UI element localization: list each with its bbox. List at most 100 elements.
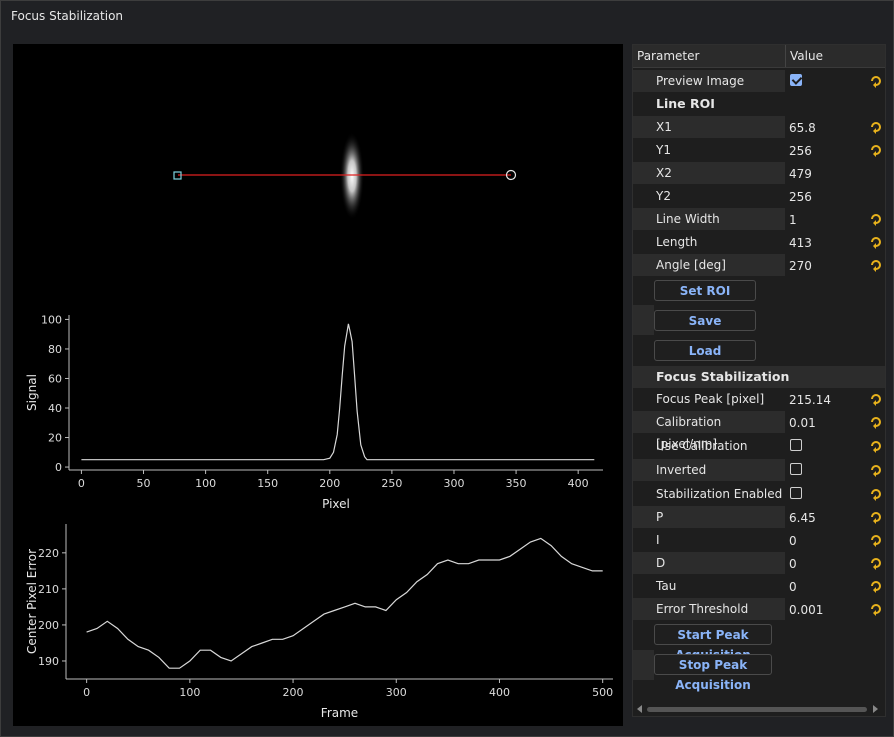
param-label: Calibration [pixel/nm] [633,411,785,451]
load-button[interactable]: Load [654,340,756,361]
row-angle: Angle [deg] 270 [633,254,885,277]
set-roi-button[interactable]: Set ROI [654,280,756,301]
section-title: Focus Stabilization [656,369,790,384]
param-label: Angle [deg] [633,254,785,276]
param-value[interactable]: 6.45 [789,506,859,528]
param-label: D [633,552,785,574]
reset-icon[interactable] [867,211,883,227]
row-x2: X2 479 [633,162,885,185]
row-y1: Y1 256 [633,139,885,162]
stabilization-enabled-checkbox[interactable] [790,487,802,499]
param-value[interactable]: 0.01 [789,411,859,433]
error-y-tick-label: 200 [38,619,59,632]
param-value[interactable]: 0 [789,529,859,551]
row-y2: Y2 256 [633,185,885,208]
signal-x-tick-label: 400 [568,477,589,490]
reset-icon[interactable] [867,438,883,454]
param-value[interactable]: 65.8 [789,116,859,138]
param-label: Length [656,235,698,249]
param-value[interactable]: 215.14 [789,388,859,410]
horizontal-scrollbar[interactable] [635,704,881,714]
signal-x-tick-label: 100 [195,477,216,490]
start-peak-acquisition-button[interactable]: Start Peak Acquisition [654,624,772,662]
signal-x-tick-label: 0 [78,477,85,490]
error-x-tick-label: 0 [83,686,90,699]
signal-y-tick-label: 80 [48,343,62,356]
reset-icon[interactable] [867,486,883,502]
parameter-table-header: Parameter Value [633,45,885,68]
camera-preview[interactable] [13,44,623,307]
row-line-width: Line Width 1 [633,208,885,231]
reset-icon[interactable] [867,578,883,594]
param-label: Tau [656,579,677,593]
param-value[interactable]: 479 [789,162,859,184]
row-gutter [633,650,654,680]
reset-icon[interactable] [867,509,883,525]
row-error-threshold: Error Threshold 0.001 [633,598,885,621]
error-series-line [86,537,603,669]
signal-x-tick-label: 300 [443,477,464,490]
param-value[interactable]: 256 [789,139,859,161]
param-label: Error Threshold [633,598,785,620]
section-line-roi: Line ROI [633,93,885,115]
section-title: Line ROI [656,96,715,111]
error-y-axis-title: Center Pixel Error [25,549,39,654]
param-label: Y1 [656,143,671,157]
reset-icon[interactable] [867,601,883,617]
signal-x-tick-label: 350 [506,477,527,490]
error-x-tick-label: 100 [179,686,200,699]
param-value[interactable]: 256 [789,185,859,207]
param-label: X1 [633,116,785,138]
scroll-right-arrow-icon[interactable] [873,705,878,713]
reset-icon[interactable] [867,73,883,89]
signal-x-axis-title: Pixel [322,497,350,511]
reset-icon[interactable] [867,532,883,548]
param-label: Y2 [656,189,671,203]
reset-icon[interactable] [867,119,883,135]
param-label: Focus Peak [pixel] [656,392,765,406]
reset-icon[interactable] [867,462,883,478]
signal-x-tick-label: 200 [319,477,340,490]
reset-icon[interactable] [867,234,883,250]
row-d: D 0 [633,552,885,575]
scrollbar-thumb[interactable] [647,707,867,712]
scroll-left-arrow-icon[interactable] [637,705,642,713]
param-label: Inverted [633,459,785,481]
signal-plot: 0 50 100 150 200 250 300 350 400 0 20 40 60 80 100 Pixe… [25,313,603,511]
signal-y-axis-title: Signal [25,374,39,411]
param-value[interactable]: 1 [789,208,859,230]
reset-icon[interactable] [867,257,883,273]
param-value[interactable]: 0 [789,552,859,574]
header-value: Value [790,49,823,63]
param-value[interactable]: 413 [789,231,859,253]
stop-peak-acquisition-button[interactable]: Stop Peak Acquisition [654,654,772,692]
save-button[interactable]: Save [654,310,756,331]
signal-y-tick-label: 0 [55,461,62,474]
param-label: P [633,506,785,528]
param-label: X2 [633,162,785,184]
window-title: Focus Stabilization [11,9,124,23]
error-y-tick-label: 210 [38,583,59,596]
reset-icon[interactable] [867,391,883,407]
signal-y-tick-label: 100 [41,313,62,326]
param-label: Use Calibration [656,439,748,453]
focus-spot [340,132,364,220]
row-i: I 0 [633,529,885,552]
header-parameter: Parameter [637,49,700,63]
signal-x-tick-label: 150 [257,477,278,490]
reset-icon[interactable] [867,414,883,430]
reset-icon[interactable] [867,555,883,571]
error-x-tick-label: 200 [283,686,304,699]
preview-image-checkbox[interactable] [790,74,802,86]
row-length: Length 413 [633,231,885,254]
use-calibration-checkbox[interactable] [790,439,802,451]
signal-x-tick-label: 250 [381,477,402,490]
param-value[interactable]: 0.001 [789,598,859,620]
param-value[interactable]: 270 [789,254,859,276]
title-bar: Focus Stabilization [1,1,893,33]
row-x1: X1 65.8 [633,116,885,139]
center-error-plot: 0 100 200 300 400 500 190 200 210 220 Frame Center … [25,524,613,720]
inverted-checkbox[interactable] [790,463,802,475]
reset-icon[interactable] [867,142,883,158]
param-value[interactable]: 0 [789,575,859,597]
